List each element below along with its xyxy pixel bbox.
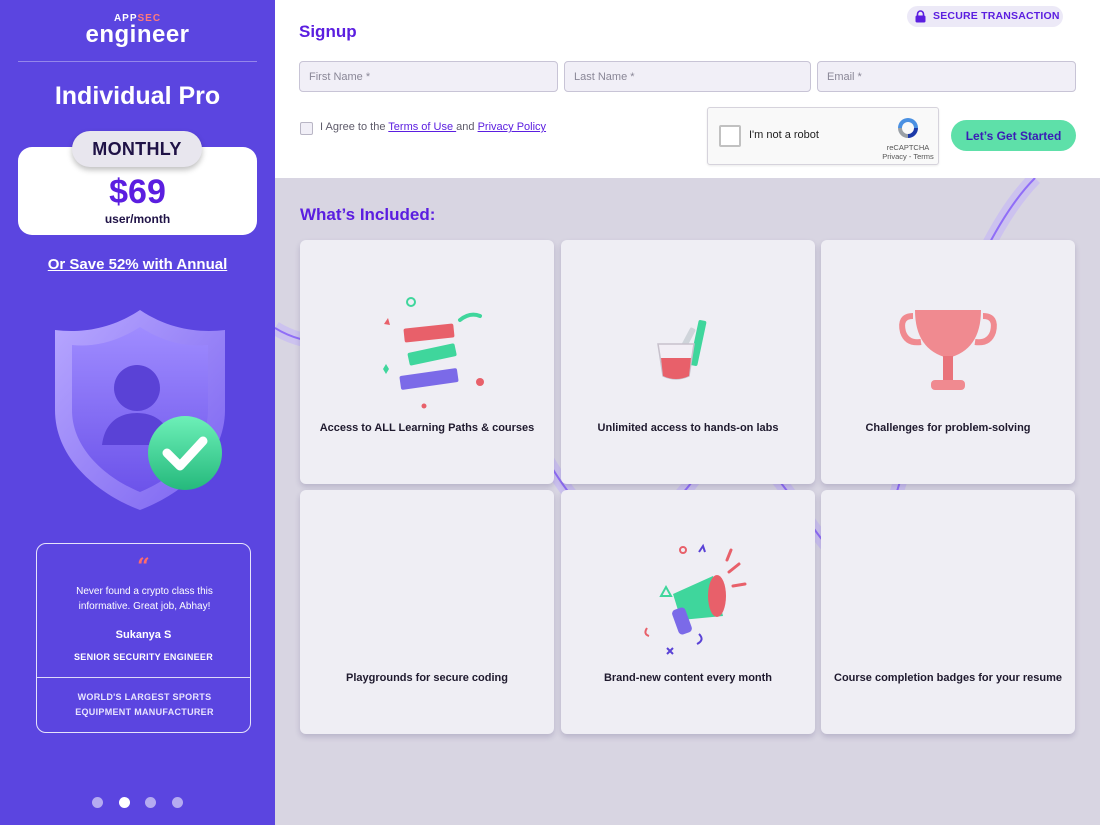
testimonial-company: WORLD'S LARGEST SPORTS EQUIPMENT MANUFAC…: [75, 692, 214, 717]
feature-label: Brand-new content every month: [603, 672, 773, 684]
recaptcha-links[interactable]: Privacy - Terms: [878, 152, 938, 161]
get-started-button[interactable]: Let’s Get Started: [951, 120, 1076, 151]
lab-beaker-icon: [561, 280, 815, 410]
annual-plan-link[interactable]: Or Save 52% with Annual: [0, 256, 275, 273]
lock-icon: [915, 10, 926, 31]
testimonial-role: SENIOR SECURITY ENGINEER: [73, 652, 214, 662]
signup-title: Signup: [299, 22, 357, 41]
testimonial-divider: [37, 677, 250, 678]
feature-label: Challenges for problem-solving: [865, 422, 1031, 434]
terms-of-use-link[interactable]: Terms of Use: [388, 121, 456, 133]
testimonial-card: “ Never found a crypto class this inform…: [36, 543, 251, 733]
recaptcha-brand: reCAPTCHA: [886, 143, 930, 152]
agree-checkbox[interactable]: [300, 122, 313, 135]
testimonial-text: Never found a crypto class this informat…: [76, 586, 213, 612]
billing-period-pill: MONTHLY: [72, 131, 202, 167]
recaptcha-checkbox[interactable]: [719, 125, 741, 147]
books-icon: [300, 280, 554, 410]
feature-card-challenges: Challenges for problem-solving: [821, 240, 1075, 484]
trophy-icon: [821, 280, 1075, 410]
feature-card-labs: Unlimited access to hands-on labs: [561, 240, 815, 484]
shield-user-icon: [50, 305, 230, 515]
quote-icon: “: [137, 554, 150, 580]
price-unit: user/month: [104, 212, 171, 226]
feature-label: Access to ALL Learning Paths & courses: [319, 422, 535, 434]
logo-divider: [18, 61, 257, 62]
first-name-field[interactable]: [299, 61, 558, 92]
plan-title: Individual Pro: [54, 82, 221, 110]
carousel-dot-2[interactable]: [119, 797, 130, 808]
included-title: What’s Included:: [300, 205, 436, 224]
plan-sidebar: APPSEC engineer Individual Pro $69 user/…: [0, 0, 275, 825]
carousel-dot-4[interactable]: [172, 797, 183, 808]
testimonial-author: Sukanya S: [115, 629, 172, 641]
privacy-policy-link[interactable]: Privacy Policy: [478, 121, 546, 133]
feature-card-learning-paths: Access to ALL Learning Paths & courses: [300, 240, 554, 484]
recaptcha-widget: I'm not a robot reCAPTCHA Privacy - Term…: [707, 107, 939, 165]
recaptcha-label: I'm not a robot: [749, 129, 819, 141]
secure-transaction-badge: SECURE TRANSACTION: [907, 6, 1063, 27]
feature-card-badges: Course completion badges for your resume: [821, 490, 1075, 734]
feature-card-new-content: Brand-new content every month: [561, 490, 815, 734]
last-name-field[interactable]: [564, 61, 811, 92]
carousel-dots: [90, 797, 190, 809]
feature-card-playgrounds: Playgrounds for secure coding: [300, 490, 554, 734]
feature-label: Unlimited access to hands-on labs: [597, 422, 779, 434]
price-value: $69: [109, 173, 166, 211]
feature-label: Playgrounds for secure coding: [346, 672, 508, 684]
appsec-engineer-logo[interactable]: APPSEC engineer: [0, 14, 275, 47]
recaptcha-icon: [896, 116, 920, 145]
signup-form: SECURE TRANSACTION Signup I Agree to the…: [275, 0, 1100, 178]
feature-label: Course completion badges for your resume: [834, 672, 1062, 684]
megaphone-icon: [561, 530, 815, 660]
carousel-dot-3[interactable]: [145, 797, 156, 808]
email-field[interactable]: [817, 61, 1076, 92]
carousel-dot-1[interactable]: [92, 797, 103, 808]
